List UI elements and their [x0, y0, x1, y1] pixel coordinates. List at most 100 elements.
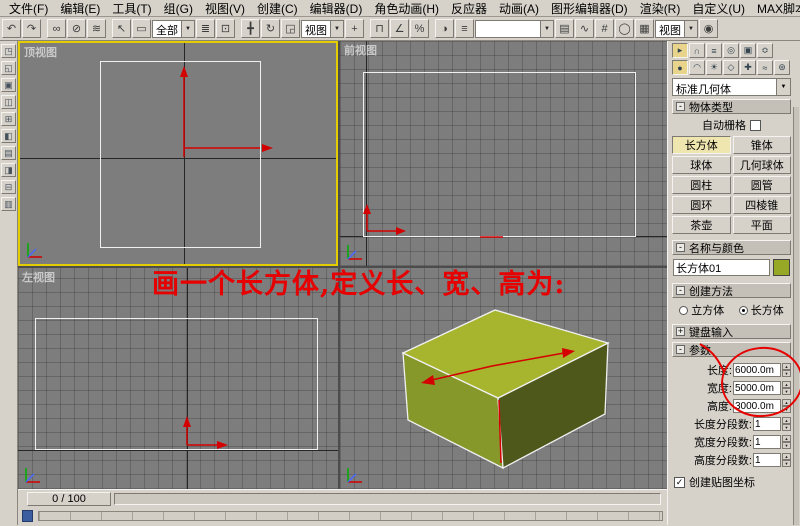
height-field[interactable]	[733, 399, 781, 413]
radio-cube[interactable]: 立方体	[679, 302, 724, 318]
spinner-down-icon[interactable]: ▼	[782, 460, 791, 467]
undo-button[interactable]: ↶	[2, 19, 21, 38]
time-slider-track[interactable]	[114, 492, 661, 505]
move-button[interactable]: ╋	[241, 19, 260, 38]
viewport-perspective[interactable]	[340, 268, 667, 489]
panel-scrollbar[interactable]	[793, 107, 799, 525]
radio-box-dot[interactable]	[738, 305, 748, 315]
box-object[interactable]	[340, 268, 667, 489]
coord-system-dropdown[interactable]: 视图 ▼	[301, 19, 344, 38]
expand-icon[interactable]: +	[676, 327, 685, 336]
box-wireframe[interactable]	[363, 72, 636, 237]
chevron-down-icon[interactable]: ▼	[776, 79, 790, 95]
collapse-icon[interactable]: -	[676, 102, 685, 111]
geometry-category-dropdown[interactable]: 标准几何体 ▼	[672, 78, 791, 96]
menu-file[interactable]: 文件(F)	[3, 0, 54, 18]
height-segments-spinner[interactable]: ▲ ▼	[782, 453, 791, 467]
chevron-down-icon[interactable]: ▼	[540, 20, 553, 37]
rollout-keyboard-entry[interactable]: + 键盘输入	[672, 324, 791, 339]
menu-animation[interactable]: 动画(A)	[493, 0, 545, 18]
width-segments-field[interactable]	[753, 435, 781, 449]
menu-modifiers[interactable]: 编辑器(D)	[304, 0, 369, 18]
rollout-object-type[interactable]: - 物体类型	[672, 99, 791, 114]
category-shapes-button[interactable]: ◠	[689, 60, 705, 75]
object-button-pyramid[interactable]: 四棱锥	[732, 196, 791, 214]
spinner-down-icon[interactable]: ▼	[782, 424, 791, 431]
manipulate-button[interactable]: +	[345, 19, 364, 38]
rotate-button[interactable]: ↻	[261, 19, 280, 38]
object-button-plane[interactable]: 平面	[732, 216, 791, 234]
tab-create[interactable]: ▸	[672, 43, 688, 58]
side-toolbar-button-1[interactable]: ◳	[1, 44, 16, 58]
quick-render-button[interactable]: ◉	[699, 19, 718, 38]
length-field[interactable]	[733, 363, 781, 377]
side-toolbar-button-4[interactable]: ◫	[1, 95, 16, 109]
spinner-up-icon[interactable]: ▲	[782, 417, 791, 424]
box-wireframe[interactable]	[100, 61, 261, 248]
length-segments-spinner[interactable]: ▲ ▼	[782, 417, 791, 431]
chevron-down-icon[interactable]: ▼	[330, 20, 343, 37]
category-systems-button[interactable]: ⊛	[774, 60, 790, 75]
align-button[interactable]: ≡	[455, 19, 474, 38]
category-cameras-button[interactable]: ◇	[723, 60, 739, 75]
viewport-top[interactable]: 顶视图	[18, 41, 338, 266]
object-name-input[interactable]	[673, 259, 770, 276]
spinner-up-icon[interactable]: ▲	[782, 381, 791, 388]
length-segments-field[interactable]	[753, 417, 781, 431]
side-toolbar-button-10[interactable]: ▥	[1, 197, 16, 211]
tab-display[interactable]: ▣	[740, 43, 756, 58]
menu-maxscript[interactable]: MAX脚本(X)	[751, 0, 800, 18]
viewport-front[interactable]: 前视图	[340, 41, 667, 266]
select-region-button[interactable]: ▭	[132, 19, 151, 38]
object-button-cylinder[interactable]: 圆柱	[672, 176, 731, 194]
spinner-down-icon[interactable]: ▼	[782, 442, 791, 449]
object-button-cone[interactable]: 锥体	[732, 136, 791, 154]
side-toolbar-button-7[interactable]: ▤	[1, 146, 16, 160]
render-scene-button[interactable]: ▦	[635, 19, 654, 38]
menu-views[interactable]: 视图(V)	[199, 0, 251, 18]
spinner-up-icon[interactable]: ▲	[782, 435, 791, 442]
percent-snap-button[interactable]: %	[410, 19, 429, 38]
side-toolbar-button-5[interactable]: ⊞	[1, 112, 16, 126]
tab-motion[interactable]: ◎	[723, 43, 739, 58]
layer-manager-button[interactable]: ▤	[555, 19, 574, 38]
object-button-teapot[interactable]: 茶壶	[672, 216, 731, 234]
length-spinner[interactable]: ▲ ▼	[782, 363, 791, 377]
render-type-dropdown[interactable]: 视图 ▼	[655, 19, 698, 38]
menu-create[interactable]: 创建(C)	[251, 0, 304, 18]
selection-filter-dropdown[interactable]: 全部 ▼	[152, 19, 195, 38]
redo-button[interactable]: ↷	[22, 19, 41, 38]
side-toolbar-button-3[interactable]: ▣	[1, 78, 16, 92]
selection-lock-icon[interactable]	[22, 510, 33, 522]
bind-spacewarp-button[interactable]: ≋	[87, 19, 106, 38]
time-slider-handle[interactable]: 0 / 100	[27, 491, 111, 506]
named-selection-dropdown[interactable]: ▼	[475, 19, 554, 38]
rollout-creation-method[interactable]: - 创建方法	[672, 283, 791, 298]
spinner-down-icon[interactable]: ▼	[782, 388, 791, 395]
unlink-button[interactable]: ⊘	[67, 19, 86, 38]
object-button-torus[interactable]: 圆环	[672, 196, 731, 214]
category-helpers-button[interactable]: ✚	[740, 60, 756, 75]
object-button-geosphere[interactable]: 几何球体	[732, 156, 791, 174]
object-button-tube[interactable]: 圆管	[732, 176, 791, 194]
category-spacewarps-button[interactable]: ≈	[757, 60, 773, 75]
side-toolbar-button-8[interactable]: ◨	[1, 163, 16, 177]
menu-tools[interactable]: 工具(T)	[106, 0, 157, 18]
chevron-down-icon[interactable]: ▼	[684, 20, 697, 37]
viewport-left[interactable]: 左视图	[18, 268, 338, 489]
width-segments-spinner[interactable]: ▲ ▼	[782, 435, 791, 449]
object-color-swatch[interactable]	[773, 259, 790, 276]
menu-edit[interactable]: 编辑(E)	[54, 0, 106, 18]
named-selection-input[interactable]	[476, 20, 540, 37]
tab-hierarchy[interactable]: ≡	[706, 43, 722, 58]
spinner-up-icon[interactable]: ▲	[782, 363, 791, 370]
rollout-name-color[interactable]: - 名称与颜色	[672, 240, 791, 255]
menu-character[interactable]: 角色动画(H)	[368, 0, 445, 18]
height-spinner[interactable]: ▲ ▼	[782, 399, 791, 413]
tab-utilities[interactable]: ≎	[757, 43, 773, 58]
scale-button[interactable]: ◲	[281, 19, 300, 38]
radio-cube-dot[interactable]	[679, 305, 689, 315]
spinner-up-icon[interactable]: ▲	[782, 453, 791, 460]
window-crossing-button[interactable]: ⊡	[216, 19, 235, 38]
collapse-icon[interactable]: -	[676, 243, 685, 252]
